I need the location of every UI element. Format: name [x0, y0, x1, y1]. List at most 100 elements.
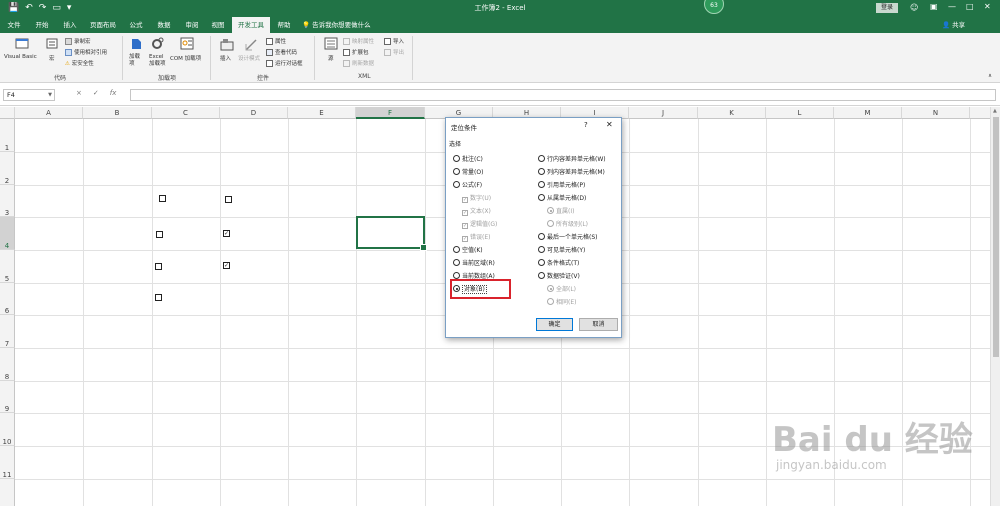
row-header[interactable]: 1: [0, 119, 15, 152]
expansion-packs-button[interactable]: 扩展包: [343, 48, 369, 56]
macro-security-button[interactable]: ⚠ 宏安全性: [65, 59, 94, 67]
option-errors[interactable]: ✓ 错误(E): [462, 232, 490, 242]
smile-icon[interactable]: ☺: [910, 3, 918, 12]
option-data-validation[interactable]: 数据验证(V): [538, 271, 580, 280]
import-button[interactable]: 导入: [384, 37, 404, 45]
tab-home[interactable]: 开始: [30, 17, 54, 33]
view-code-button[interactable]: 查看代码: [266, 48, 297, 56]
scrollbar-thumb[interactable]: [993, 117, 999, 357]
option-precedents[interactable]: 引用单元格(P): [538, 180, 585, 189]
ribbon-display-icon[interactable]: ▣: [930, 2, 938, 11]
column-header-selected[interactable]: F: [356, 107, 425, 119]
row-header[interactable]: 5: [0, 250, 15, 283]
column-header[interactable]: L: [766, 107, 834, 119]
scroll-up-icon[interactable]: ▲: [993, 108, 997, 114]
design-mode-button[interactable]: 设计模式: [238, 54, 260, 62]
com-addins-button[interactable]: COM 加载项: [170, 54, 201, 62]
tell-me-search[interactable]: 💡 告诉我你想要做什么: [302, 17, 371, 33]
row-header[interactable]: 10: [0, 413, 15, 446]
sheet-checkbox-checked[interactable]: ✓: [223, 230, 230, 237]
sheet-checkbox[interactable]: [156, 231, 163, 238]
column-header[interactable]: J: [629, 107, 698, 119]
row-header[interactable]: 6: [0, 283, 15, 315]
row-header[interactable]: 3: [0, 185, 15, 217]
column-header[interactable]: N: [902, 107, 970, 119]
xml-source-button[interactable]: 源: [328, 54, 334, 62]
column-header[interactable]: M: [834, 107, 902, 119]
tab-formulas[interactable]: 公式: [124, 17, 148, 33]
collapse-ribbon-icon[interactable]: ∧: [988, 73, 992, 79]
option-formulas[interactable]: 公式(F): [453, 180, 482, 189]
tab-developer[interactable]: 开发工具: [232, 17, 270, 33]
option-row-differences[interactable]: 行内容差异单元格(W): [538, 154, 606, 163]
excel-addins-button[interactable]: Excel 加载项: [149, 54, 169, 68]
tab-page-layout[interactable]: 页面布局: [86, 17, 120, 33]
row-header-selected[interactable]: 4: [0, 217, 15, 250]
option-logicals[interactable]: ✓ 逻辑值(G): [462, 219, 497, 229]
macros-button[interactable]: 宏: [49, 54, 55, 62]
sheet-checkbox[interactable]: [225, 196, 232, 203]
option-column-differences[interactable]: 列内容差异单元格(M): [538, 167, 605, 176]
row-header[interactable]: [0, 479, 15, 506]
relative-reference-button[interactable]: 使用相对引用: [65, 48, 107, 56]
option-numbers[interactable]: ✓ 数字(U): [462, 193, 491, 203]
option-visible-cells[interactable]: 可见单元格(Y): [538, 245, 585, 254]
vertical-scrollbar[interactable]: ▲: [990, 107, 1000, 506]
ok-button[interactable]: 确定: [536, 318, 573, 331]
sheet-checkbox[interactable]: [159, 195, 166, 202]
run-dialog-button[interactable]: 运行对话框: [266, 59, 303, 67]
close-icon[interactable]: ✕: [606, 120, 613, 129]
help-icon[interactable]: ?: [584, 121, 588, 129]
column-header[interactable]: [970, 107, 990, 119]
close-icon[interactable]: ✕: [984, 2, 991, 11]
cancel-icon[interactable]: ×: [76, 89, 82, 97]
enter-icon[interactable]: ✓: [93, 89, 99, 97]
option-blanks[interactable]: 空值(K): [453, 245, 483, 254]
active-cell-f4[interactable]: [356, 216, 427, 251]
formula-input[interactable]: [130, 89, 996, 101]
row-header[interactable]: 8: [0, 348, 15, 381]
option-direct-only[interactable]: 直属(I): [547, 206, 574, 215]
share-button[interactable]: 👤 共享: [942, 17, 965, 33]
maximize-icon[interactable]: □: [966, 2, 974, 11]
visual-basic-button[interactable]: Visual Basic: [4, 54, 37, 60]
column-header[interactable]: A: [15, 107, 83, 119]
sheet-checkbox[interactable]: [155, 294, 162, 301]
tab-view[interactable]: 视图: [206, 17, 230, 33]
sheet-checkbox-checked[interactable]: ✓: [223, 262, 230, 269]
cancel-button[interactable]: 取消: [579, 318, 618, 331]
minimize-icon[interactable]: —: [948, 2, 956, 11]
select-all-corner[interactable]: [0, 107, 15, 119]
chevron-down-icon[interactable]: ▼: [48, 90, 52, 101]
record-macro-button[interactable]: 录制宏: [65, 37, 91, 45]
insert-function-icon[interactable]: fx: [110, 89, 117, 97]
column-header[interactable]: D: [220, 107, 288, 119]
option-last-cell[interactable]: 最后一个单元格(S): [538, 232, 598, 241]
properties-button[interactable]: 属性: [266, 37, 286, 45]
row-header[interactable]: 11: [0, 446, 15, 479]
option-current-region[interactable]: 当前区域(R): [453, 258, 495, 267]
row-header[interactable]: 2: [0, 152, 15, 185]
option-all-levels[interactable]: 所有级别(L): [547, 219, 588, 228]
option-dependents[interactable]: 从属单元格(D): [538, 193, 586, 202]
row-header[interactable]: 9: [0, 381, 15, 413]
option-validation-same[interactable]: 相同(E): [547, 297, 576, 306]
option-text[interactable]: ✓ 文本(X): [462, 206, 491, 216]
sheet-checkbox[interactable]: [155, 263, 162, 270]
tab-insert[interactable]: 插入: [58, 17, 82, 33]
row-header[interactable]: 7: [0, 315, 15, 348]
tab-help[interactable]: 帮助: [272, 17, 296, 33]
tab-data[interactable]: 数据: [152, 17, 176, 33]
column-header[interactable]: B: [83, 107, 152, 119]
export-button[interactable]: 导出: [384, 48, 404, 56]
login-button[interactable]: 登录: [876, 3, 898, 13]
addins-button[interactable]: 加载项: [129, 54, 145, 68]
insert-controls-button[interactable]: 插入: [220, 54, 231, 62]
option-validation-all[interactable]: 全部(L): [547, 284, 576, 293]
column-header[interactable]: C: [152, 107, 220, 119]
column-header[interactable]: E: [288, 107, 356, 119]
name-box[interactable]: F4 ▼: [3, 89, 55, 101]
map-properties-button[interactable]: 映射属性: [343, 37, 374, 45]
option-constants[interactable]: 常量(O): [453, 167, 483, 176]
option-conditional-formats[interactable]: 条件格式(T): [538, 258, 579, 267]
